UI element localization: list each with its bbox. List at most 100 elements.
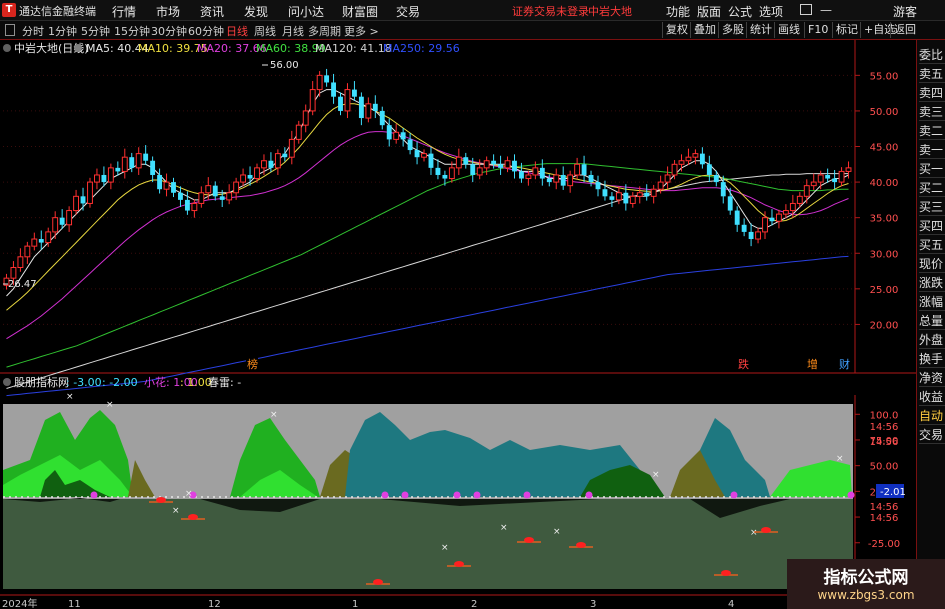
- candle-up: [135, 153, 142, 169]
- menu-item-options[interactable]: 选项: [759, 3, 783, 20]
- date-label-mar: 3: [590, 599, 596, 609]
- menu-item-layout[interactable]: 版面: [697, 3, 721, 20]
- side-item-outer[interactable]: 外盘: [919, 331, 945, 349]
- tab-60min[interactable]: 60分钟: [188, 23, 224, 39]
- candle-up: [615, 192, 622, 201]
- candle-down: [539, 167, 545, 179]
- tab-15min[interactable]: 15分钟: [114, 23, 150, 39]
- menu-item-discover[interactable]: 发现: [244, 3, 268, 20]
- candle-down: [769, 217, 775, 222]
- side-item-sell1[interactable]: 卖一: [919, 141, 945, 159]
- side-item-sell4[interactable]: 卖四: [919, 84, 945, 102]
- candle-up: [66, 210, 73, 226]
- candle-up: [532, 167, 539, 176]
- side-item-turnover[interactable]: 换手: [919, 350, 945, 368]
- tab-1min[interactable]: 1分钟: [48, 23, 77, 39]
- candle-up: [94, 174, 100, 183]
- menu-item-wealth[interactable]: 财富圈: [342, 3, 378, 20]
- price-tick-label: 30.00: [870, 249, 899, 260]
- price-tick-label: 25.00: [870, 285, 899, 296]
- candle-up: [817, 174, 824, 183]
- candle-up: [198, 192, 205, 204]
- side-item-earnings[interactable]: 收益: [919, 388, 945, 406]
- side-item-weibi[interactable]: 委比: [919, 46, 945, 64]
- candle-down: [400, 132, 406, 140]
- kline-chart[interactable]: 55.00 50.00 45.00 40.00 35.00 30.00 25.00 20.00…: [0, 40, 916, 609]
- draw-line-button[interactable]: 画线: [774, 22, 803, 38]
- collapse-icon[interactable]: [3, 44, 11, 52]
- user-guest[interactable]: 游客: [893, 3, 917, 20]
- menu-item-function[interactable]: 功能: [666, 3, 690, 20]
- candle-down: [379, 110, 385, 126]
- candle-up: [671, 163, 678, 176]
- menu-item-trade[interactable]: 交易: [396, 3, 420, 20]
- xiaohua-marker: [453, 491, 461, 499]
- indicator-chunlei: 春雷: -: [208, 376, 241, 389]
- multi-stock-button[interactable]: 多股: [718, 22, 747, 38]
- candle-up: [664, 174, 671, 183]
- back-button[interactable]: 返回: [890, 22, 919, 38]
- menu-item-market[interactable]: 市场: [156, 3, 180, 20]
- login-status[interactable]: 证券交易未登录: [512, 3, 589, 19]
- window-icon[interactable]: [800, 4, 812, 15]
- tab-5min[interactable]: 5分钟: [81, 23, 110, 39]
- price-tick-label: 35.00: [870, 214, 899, 225]
- tab-more[interactable]: 更多 >: [344, 23, 379, 39]
- cross-marker: ×: [441, 543, 449, 553]
- candle-down: [734, 210, 740, 225]
- tab-intraday[interactable]: 分时: [22, 23, 44, 39]
- candle-up: [205, 185, 212, 194]
- indicator-collapse-icon[interactable]: [3, 378, 11, 386]
- candle-down: [546, 178, 552, 183]
- side-item-price[interactable]: 现价: [919, 255, 945, 273]
- side-item-sell3[interactable]: 卖三: [919, 103, 945, 121]
- side-item-buy2[interactable]: 买二: [919, 179, 945, 197]
- watermark: 指标公式网 www.zbgs3.com: [787, 559, 945, 609]
- side-item-trade[interactable]: 交易: [919, 426, 945, 444]
- side-item-buy1[interactable]: 买一: [919, 160, 945, 178]
- side-item-change-pct[interactable]: 涨幅: [919, 293, 945, 311]
- tab-weekly[interactable]: 周线: [254, 23, 276, 39]
- minimize-icon[interactable]: —: [820, 3, 832, 17]
- tab-monthly[interactable]: 月线: [282, 23, 304, 39]
- side-item-auto[interactable]: 自动: [919, 407, 945, 425]
- mark-button[interactable]: 标记: [832, 22, 861, 38]
- candle-down: [143, 153, 149, 161]
- statistics-button[interactable]: 统计: [746, 22, 775, 38]
- event-marker-rank[interactable]: 榜: [247, 357, 258, 371]
- side-item-net-asset[interactable]: 净资: [919, 369, 945, 387]
- menu-item-quotes[interactable]: 行情: [112, 3, 136, 20]
- date-label-feb: 2: [471, 599, 477, 609]
- side-item-buy4[interactable]: 买四: [919, 217, 945, 235]
- f10-button[interactable]: F10: [804, 22, 831, 38]
- ma-settings-icon[interactable]: [74, 44, 82, 52]
- tab-daily[interactable]: 日线: [226, 23, 248, 39]
- tab-multi-period[interactable]: 多周期: [308, 23, 341, 39]
- candle-down: [741, 224, 747, 232]
- date-label-dec: 12: [208, 599, 221, 609]
- event-marker-increase[interactable]: 增: [807, 357, 818, 371]
- restore-rights-button[interactable]: 复权: [662, 22, 691, 38]
- menu-item-formula[interactable]: 公式: [728, 3, 752, 20]
- candle-down: [832, 178, 838, 183]
- side-item-buy3[interactable]: 买三: [919, 198, 945, 216]
- side-item-volume[interactable]: 总量: [919, 312, 945, 330]
- menu-item-news[interactable]: 资讯: [200, 3, 224, 20]
- tab-30min[interactable]: 30分钟: [151, 23, 187, 39]
- overlay-button[interactable]: 叠加: [690, 22, 719, 38]
- menu-item-ask[interactable]: 问小达: [288, 3, 324, 20]
- candle-up: [657, 181, 664, 190]
- side-item-change[interactable]: 涨跌: [919, 274, 945, 292]
- event-marker-finance[interactable]: 财: [839, 357, 850, 371]
- candle-down: [407, 139, 413, 151]
- side-item-sell5[interactable]: 卖五: [919, 65, 945, 83]
- side-item-sell2[interactable]: 卖二: [919, 122, 945, 140]
- event-marker-fall[interactable]: 跌: [738, 357, 749, 371]
- candle-up: [803, 185, 810, 197]
- candle-down: [351, 89, 357, 97]
- candle-up: [775, 213, 782, 222]
- date-label-year: 2024年: [2, 597, 37, 609]
- candle-up: [553, 174, 560, 183]
- side-item-buy5[interactable]: 买五: [919, 236, 945, 254]
- panel-toggle-icon[interactable]: [5, 24, 15, 36]
